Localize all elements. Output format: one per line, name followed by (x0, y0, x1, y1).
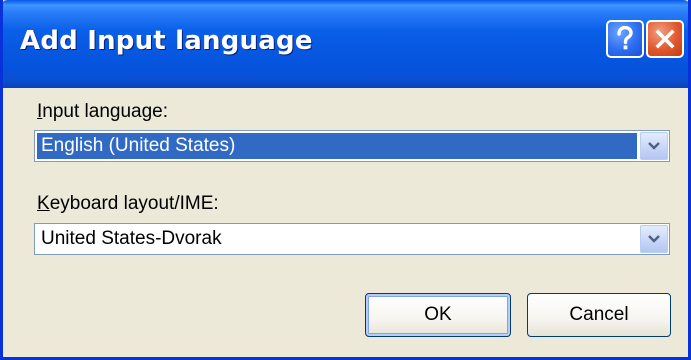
dialog-window: Add Input language Input language: Engli… (0, 0, 691, 360)
ok-button[interactable]: OK (365, 293, 511, 337)
input-language-value: English (United States) (37, 133, 637, 159)
window-title: Add Input language (20, 26, 313, 56)
close-x-icon (655, 29, 675, 49)
keyboard-layout-label: Keyboard layout/IME: (37, 193, 219, 215)
help-question-icon (617, 26, 633, 50)
title-bar[interactable]: Add Input language (3, 0, 688, 88)
close-button[interactable] (646, 20, 684, 58)
input-language-dropdown[interactable]: English (United States) (34, 130, 670, 162)
keyboard-layout-label-text: eyboard layout/IME: (49, 193, 219, 214)
keyboard-layout-dropdown[interactable]: United States-Dvorak (34, 223, 670, 255)
keyboard-layout-value: United States-Dvorak (41, 228, 222, 249)
keyboard-layout-accelerator: K (37, 193, 50, 214)
help-button[interactable] (606, 20, 644, 58)
input-language-label-text: nput language: (42, 101, 169, 122)
chevron-down-icon (648, 142, 660, 150)
cancel-button[interactable]: Cancel (527, 293, 671, 337)
input-language-dropdown-button[interactable] (640, 132, 668, 160)
keyboard-layout-dropdown-button[interactable] (640, 225, 668, 253)
input-language-label: Input language: (37, 101, 168, 123)
chevron-down-icon (648, 235, 660, 243)
